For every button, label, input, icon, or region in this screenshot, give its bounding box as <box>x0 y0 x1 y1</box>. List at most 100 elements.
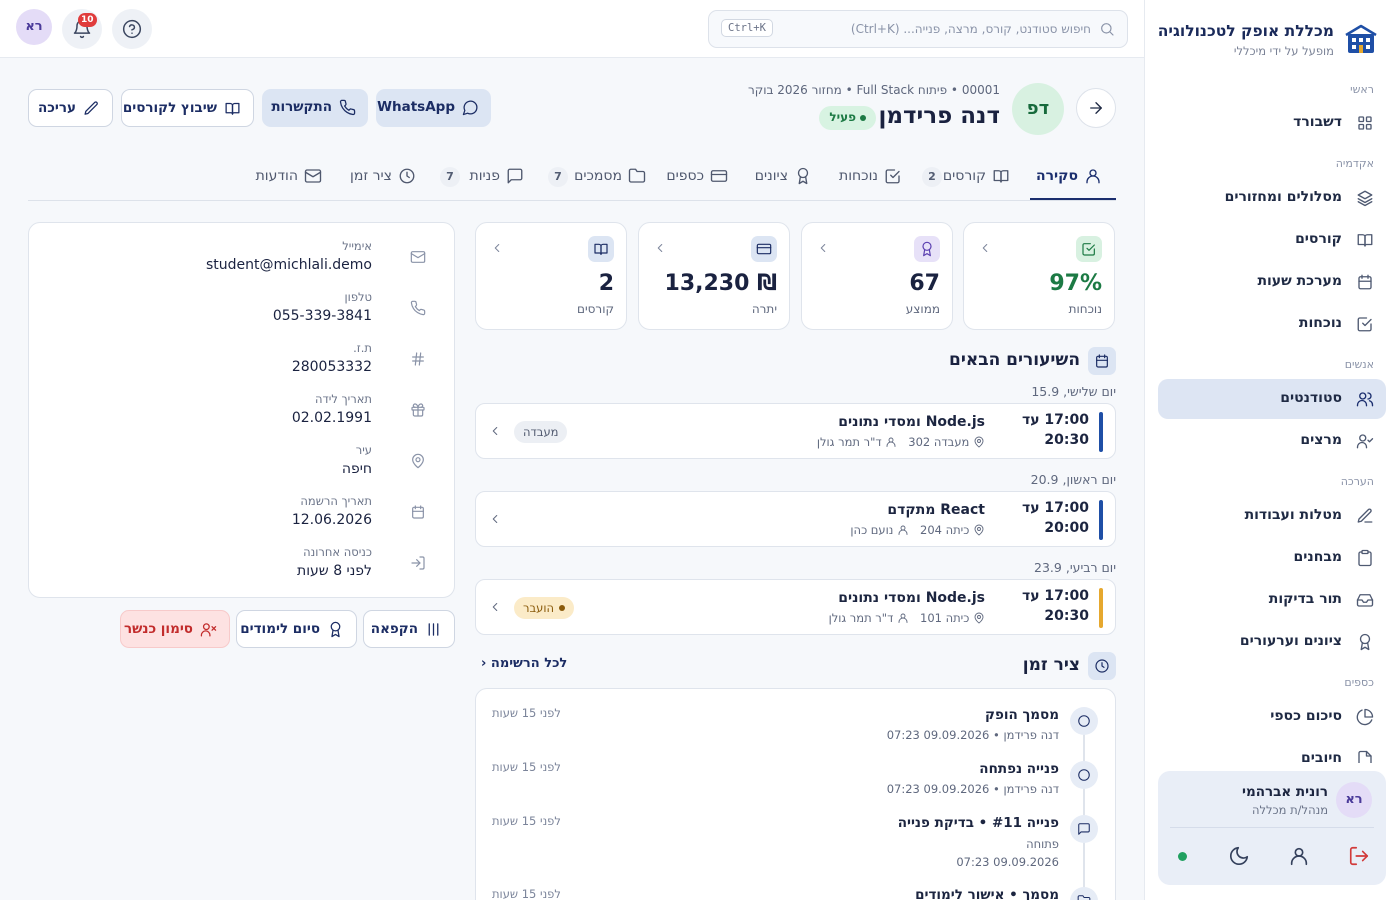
day-label: יום שלישי, 15.9 <box>1031 384 1116 399</box>
edit-button[interactable]: עריכה <box>28 89 113 127</box>
message-square-icon <box>507 168 523 184</box>
mail-icon <box>304 169 322 183</box>
lesson-tag-dot <box>559 605 565 611</box>
folder-icon <box>1077 895 1091 900</box>
lesson-lecturer: ד"ר תמר גולן <box>816 435 882 449</box>
info-value[interactable]: student@michlali.demo <box>206 257 372 273</box>
student-info-card: אימייל student@michlali.demo טלפון 055-3… <box>28 222 455 598</box>
stat-value: 2 <box>598 271 614 296</box>
lesson-room: כיתה 101 <box>920 611 970 625</box>
lesson-card[interactable]: 17:00 עד 20:30 Node.js ומסדי נתונים כיתה… <box>475 579 1116 635</box>
timeline-node <box>1070 887 1098 900</box>
info-label: ת.ז. <box>353 341 372 355</box>
layers-icon <box>1357 190 1373 207</box>
stat-card-balance[interactable]: ₪ 13,230 יתרה <box>638 222 790 330</box>
tab-attendance[interactable]: נוכחות <box>830 156 910 200</box>
sidebar-item-assignments[interactable]: מטלות ועבודות <box>1158 496 1386 536</box>
sidebar-item-exams[interactable]: מבחנים <box>1158 538 1386 578</box>
tab-messages[interactable]: הודעות <box>242 156 330 200</box>
logout-icon[interactable] <box>1348 845 1370 867</box>
lesson-start: 17:00 עד <box>1021 412 1089 428</box>
moon-icon[interactable] <box>1228 845 1250 867</box>
stat-card-courses[interactable]: 2 קורסים <box>475 222 627 330</box>
call-button[interactable]: התקשרות <box>262 89 368 127</box>
brand[interactable]: מכללת אופק לטכנולוגיה מופעל על ידי מיכלל… <box>1158 20 1378 64</box>
clock-icon <box>399 168 415 184</box>
sidebar-item-grades[interactable]: ציונים וערעורים <box>1158 622 1386 662</box>
lesson-end: 20:00 <box>1044 520 1089 536</box>
award-icon <box>797 167 809 185</box>
info-value[interactable]: 055-339-3841 <box>273 308 372 324</box>
stat-card-attendance[interactable]: 97% נוכחות <box>963 222 1115 330</box>
tab-finance[interactable]: כספים <box>664 156 736 200</box>
stat-card-average[interactable]: 67 ממוצע <box>801 222 953 330</box>
lesson-card[interactable]: 17:00 עד 20:00 React מתקדם כיתה 204 נועם… <box>475 491 1116 547</box>
sidebar-item-review-queue[interactable]: תור בדיקות <box>1158 580 1386 620</box>
graduate-button[interactable]: סיום לימודים <box>236 610 357 648</box>
sidebar-item-label: מערכת שעות <box>1257 273 1342 289</box>
lesson-room: כיתה 204 <box>920 523 970 537</box>
timeline-card: מסמך הופק דנה פרידמן • 09.09.2026 07:23 … <box>475 688 1116 900</box>
stat-badge <box>588 236 614 262</box>
calendar-icon <box>412 505 424 519</box>
sidebar-item-tracks[interactable]: מסלולים ומחזורים <box>1158 178 1386 218</box>
book-icon <box>1357 234 1373 247</box>
view-all-link[interactable]: לכל הרשימה ‹ <box>481 656 567 671</box>
tab-timeline[interactable]: ציר זמן <box>340 156 424 200</box>
avatar[interactable]: רא <box>1336 782 1372 818</box>
freeze-button[interactable]: הקפאה <box>363 610 455 648</box>
day-label: יום ראשון, 20.9 <box>1030 472 1116 487</box>
whatsapp-label: WhatsApp <box>377 99 455 115</box>
pie-icon <box>1356 708 1374 726</box>
edit-label: עריכה <box>37 100 76 116</box>
book-icon <box>993 170 1009 183</box>
sidebar-item-label: קורסים <box>1295 231 1342 247</box>
user-card: רא רונית אברהמי מנהל/ת מכללה <box>1158 771 1386 885</box>
sidebar-item-label: מטלות ועבודות <box>1244 507 1342 523</box>
upcoming-title: השיעורים הבאים <box>949 350 1080 370</box>
users-icon <box>1356 392 1374 407</box>
tab-inquiries[interactable]: פניות 7 <box>434 156 532 200</box>
sidebar-item-label: חיובים <box>1301 750 1342 763</box>
info-row-last-login: כניסה אחרונה לפני 8 שעות <box>46 545 426 591</box>
lesson-card[interactable]: 17:00 עד 20:30 Node.js ומסדי נתונים מעבד… <box>475 403 1116 459</box>
sidebar-item-courses[interactable]: קורסים <box>1158 220 1386 260</box>
sidebar-item-schedule[interactable]: מערכת שעות <box>1158 262 1386 302</box>
assign-courses-label: שיבוץ לקורסים <box>122 100 217 116</box>
avatar[interactable]: רא <box>16 9 52 45</box>
award-icon <box>1359 633 1371 651</box>
help-button[interactable] <box>112 9 152 49</box>
notifications-button[interactable]: 10 <box>62 9 102 49</box>
sidebar-item-attendance[interactable]: נוכחות <box>1158 304 1386 344</box>
hash-icon <box>412 352 424 366</box>
mark-dropout-button[interactable]: סימון כנשר <box>120 610 230 648</box>
tab-documents[interactable]: מסמכים 7 <box>542 156 654 200</box>
sidebar-item-lecturers[interactable]: מרצים <box>1158 421 1386 461</box>
sidebar-item-charges[interactable]: חיובים <box>1158 739 1386 763</box>
clock-icon <box>1095 659 1109 673</box>
tab-label: פניות <box>469 168 501 184</box>
tab-grades[interactable]: ציונים <box>746 156 820 200</box>
divider <box>1170 827 1374 828</box>
tab-courses[interactable]: קורסים 2 <box>920 156 1018 200</box>
assign-courses-button[interactable]: שיבוץ לקורסים <box>121 89 254 127</box>
tab-label: מסמכים <box>574 168 622 184</box>
sidebar-item-dashboard[interactable]: דשבורד <box>1158 103 1386 143</box>
sidebar-item-students[interactable]: סטודנטים <box>1158 379 1386 419</box>
search-icon <box>1101 23 1114 36</box>
stat-label: קורסים <box>577 302 614 316</box>
tab-count-badge: 7 <box>548 167 568 187</box>
stat-value: 97% <box>1049 271 1102 296</box>
profile-icon[interactable] <box>1288 845 1310 867</box>
lesson-color-bar <box>1099 412 1103 452</box>
chevron-left-icon <box>492 602 498 612</box>
info-value: 02.02.1991 <box>291 410 372 426</box>
whatsapp-button[interactable]: WhatsApp <box>376 89 491 127</box>
section-icon <box>1088 347 1116 375</box>
sidebar-item-finance-summary[interactable]: סיכום כספי <box>1158 697 1386 737</box>
section-icon <box>1088 652 1116 680</box>
back-button[interactable] <box>1076 88 1116 128</box>
search-input[interactable]: חיפוש סטודנט, קורס, מרצה, פנייה... (Ctrl… <box>708 10 1128 48</box>
info-row-email: אימייל student@michlali.demo <box>46 239 426 285</box>
tab-overview[interactable]: סקירה <box>1030 156 1116 200</box>
